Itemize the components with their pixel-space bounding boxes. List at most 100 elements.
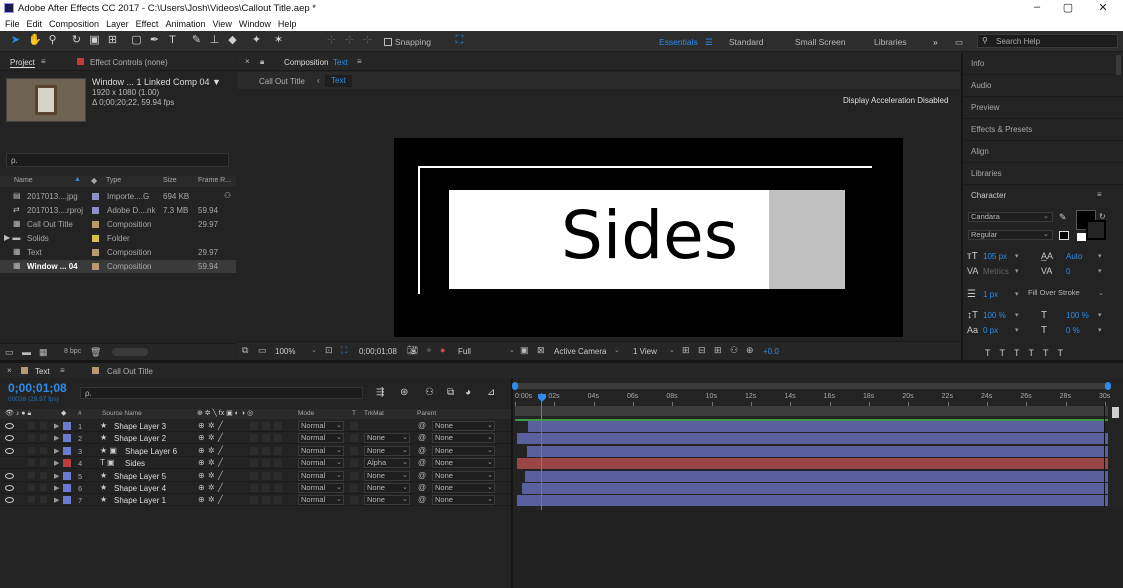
pick-whip-icon[interactable]: @ bbox=[418, 433, 426, 442]
preserve-transparency-switch[interactable] bbox=[350, 434, 358, 443]
pen-tool-icon[interactable]: ✒ bbox=[148, 34, 161, 47]
toggle-mask-visibility-icon[interactable]: ⛶ bbox=[341, 345, 347, 356]
expand-chevron-icon[interactable]: ▶ bbox=[54, 447, 59, 455]
resolution-dropdown-icon[interactable]: ⌄ bbox=[509, 346, 515, 354]
layer-label-swatch[interactable] bbox=[63, 422, 71, 430]
layer-row[interactable]: ▶ 6 ★ Shape Layer 4 ⊕ ✲ ╱ Normal ⌄ None ⌄ @ None ⌄ bbox=[0, 482, 512, 494]
baseline-shift-dropdown-icon[interactable]: ▾ bbox=[1015, 326, 1019, 334]
parent-select[interactable]: None bbox=[432, 445, 495, 456]
swap-colors-icon[interactable]: ↻ bbox=[1099, 212, 1106, 221]
bit-depth-label[interactable]: 8 bpc bbox=[64, 348, 81, 355]
visibility-eye-icon[interactable] bbox=[5, 472, 14, 479]
rotate-tool-icon[interactable]: ↻ bbox=[70, 34, 83, 47]
show-channel-icon[interactable]: ● bbox=[440, 345, 445, 355]
snapping-checkbox[interactable] bbox=[384, 38, 392, 46]
quality-switch-icon[interactable]: ✲ bbox=[208, 483, 215, 492]
project-item-row[interactable]: ▶ ▬ Solids Folder bbox=[0, 232, 236, 245]
adjustment-switch[interactable] bbox=[262, 434, 270, 443]
parent-select[interactable]: None bbox=[432, 433, 495, 444]
layer-name[interactable]: Shape Layer 2 bbox=[114, 434, 166, 443]
draft-3d-icon[interactable]: ⊛ bbox=[400, 387, 408, 398]
workspace-menu-icon[interactable]: ☰ bbox=[705, 37, 713, 48]
work-area-bar[interactable] bbox=[512, 382, 1111, 390]
tsume-value[interactable]: 0 % bbox=[1066, 326, 1080, 335]
frame-blending-icon[interactable]: ⧉ bbox=[447, 387, 454, 398]
comp-lock-icon[interactable]: 🔒︎ bbox=[260, 57, 264, 67]
comp-marker-bin[interactable] bbox=[1112, 407, 1119, 418]
parent-select[interactable]: None bbox=[432, 483, 495, 493]
zoom-dropdown-icon[interactable]: ⌄ bbox=[311, 346, 317, 354]
expand-chevron-icon[interactable]: ▶ bbox=[54, 496, 59, 504]
time-ruler[interactable]: 0:00s 02s 04s 06s 08s 10s 12s 14s 16s 18s 20s 22s 24… bbox=[513, 391, 1123, 406]
comp-canvas[interactable]: Sides bbox=[394, 138, 903, 337]
pick-whip-icon[interactable]: @ bbox=[418, 421, 426, 430]
resolution-select[interactable]: Full bbox=[458, 347, 471, 356]
work-area-start-handle[interactable] bbox=[512, 382, 518, 390]
graph-editor-icon[interactable]: ⊿ bbox=[487, 387, 495, 398]
camera-dropdown-icon[interactable]: ⌄ bbox=[614, 346, 620, 354]
pick-whip-icon[interactable]: @ bbox=[418, 446, 426, 455]
quality-switch-icon[interactable]: ✲ bbox=[208, 421, 215, 430]
label-color-swatch[interactable] bbox=[92, 207, 99, 214]
kerning-value[interactable]: Metrics bbox=[983, 267, 1009, 276]
solo-switch[interactable] bbox=[28, 471, 35, 479]
layer-row[interactable]: ▶ 5 ★ Shape Layer 5 ⊕ ✲ ╱ Normal ⌄ None ⌄ @ None ⌄ bbox=[0, 470, 512, 482]
flowchart-icon[interactable]: ⚇ bbox=[730, 345, 738, 356]
snapping-options-icon[interactable]: ⛶ bbox=[453, 34, 466, 47]
camera-select[interactable]: Active Camera bbox=[554, 347, 606, 356]
layer-duration-bar[interactable] bbox=[528, 421, 1105, 432]
layer-duration-bar[interactable] bbox=[517, 458, 1108, 470]
layer-duration-bar[interactable] bbox=[522, 483, 1108, 494]
preserve-transparency-switch[interactable] bbox=[350, 471, 358, 480]
pen-switch-icon[interactable]: ╱ bbox=[218, 458, 223, 467]
lock-switch[interactable] bbox=[40, 471, 47, 479]
quality-switch-icon[interactable]: ✲ bbox=[208, 446, 215, 455]
layer-label-swatch[interactable] bbox=[63, 459, 71, 468]
puppet-tool-icon[interactable]: ✶ bbox=[272, 34, 285, 47]
layer-name[interactable]: Shape Layer 5 bbox=[114, 472, 166, 481]
menu-layer[interactable]: Layer bbox=[106, 19, 129, 29]
layer-row[interactable]: ▶ 7 ★ Shape Layer 1 ⊕ ✲ ╱ Normal ⌄ None ⌄ @ None ⌄ bbox=[0, 494, 512, 507]
camera-tool-icon[interactable]: ▣ bbox=[88, 34, 101, 47]
visibility-eye-icon[interactable] bbox=[5, 485, 14, 491]
comp-mini-flowchart-icon[interactable]: ⇶ bbox=[376, 387, 384, 398]
workspace-overflow-icon[interactable]: » bbox=[933, 37, 938, 47]
exposure-value[interactable]: +0.0 bbox=[763, 347, 779, 356]
collapse-switch-icon[interactable]: ⊕ bbox=[198, 471, 205, 480]
zoom-select[interactable]: 100% bbox=[275, 347, 295, 356]
faux-style-buttons[interactable]: TTTTTT bbox=[985, 348, 1072, 358]
effect-switch[interactable] bbox=[250, 459, 258, 468]
breadcrumb-text[interactable]: Text bbox=[325, 75, 352, 87]
tsume-dropdown-icon[interactable]: ▾ bbox=[1098, 326, 1102, 334]
layer-duration-bar[interactable] bbox=[517, 495, 1108, 507]
workspace-toggle-icon[interactable]: ▭ bbox=[955, 37, 963, 48]
effect-switch[interactable] bbox=[250, 471, 258, 480]
preserve-transparency-switch[interactable] bbox=[350, 422, 358, 430]
layer-row[interactable]: ▶ 1 ★ Shape Layer 3 ⊕ ✲ ╱ Normal ⌄ @ None ⌄ bbox=[0, 420, 512, 432]
current-timecode[interactable]: 0;00;01;08 bbox=[8, 381, 67, 395]
info-panel-tab[interactable]: Info bbox=[963, 53, 1123, 75]
expand-chevron-icon[interactable]: ▶ bbox=[54, 434, 59, 442]
thumbnail-slider[interactable] bbox=[112, 348, 148, 356]
menu-edit[interactable]: Edit bbox=[27, 19, 43, 29]
expand-chevron-icon[interactable]: ▶ bbox=[54, 484, 59, 492]
horizontal-scale-dropdown-icon[interactable]: ▾ bbox=[1098, 311, 1102, 319]
baseline-shift-value[interactable]: 0 px bbox=[983, 326, 998, 335]
horizontal-scale-value[interactable]: 100 % bbox=[1066, 311, 1089, 320]
pen-switch-icon[interactable]: ╱ bbox=[218, 433, 223, 442]
clone-stamp-tool-icon[interactable]: ⊥ bbox=[208, 34, 221, 47]
viewer-timecode[interactable]: 0;00;01;08 bbox=[359, 347, 397, 356]
column-name[interactable]: Name bbox=[14, 177, 33, 184]
adjustment-switch[interactable] bbox=[262, 484, 270, 492]
visibility-eye-icon[interactable] bbox=[5, 423, 14, 429]
timeline-tab-text[interactable]: Text bbox=[35, 367, 50, 376]
label-color-swatch[interactable] bbox=[92, 249, 99, 256]
quality-switch-icon[interactable]: ✲ bbox=[208, 458, 215, 467]
collapse-switch-icon[interactable]: ⊕ bbox=[198, 483, 205, 492]
solo-switch[interactable] bbox=[28, 484, 35, 491]
preview-panel-tab[interactable]: Preview bbox=[963, 97, 1123, 119]
tracking-dropdown-icon[interactable]: ▾ bbox=[1098, 267, 1102, 275]
parent-select[interactable]: None bbox=[432, 470, 495, 481]
always-preview-icon[interactable]: ⧉ bbox=[242, 345, 248, 356]
project-item-row[interactable]: ▦ Text Composition 29.97 bbox=[0, 246, 236, 259]
